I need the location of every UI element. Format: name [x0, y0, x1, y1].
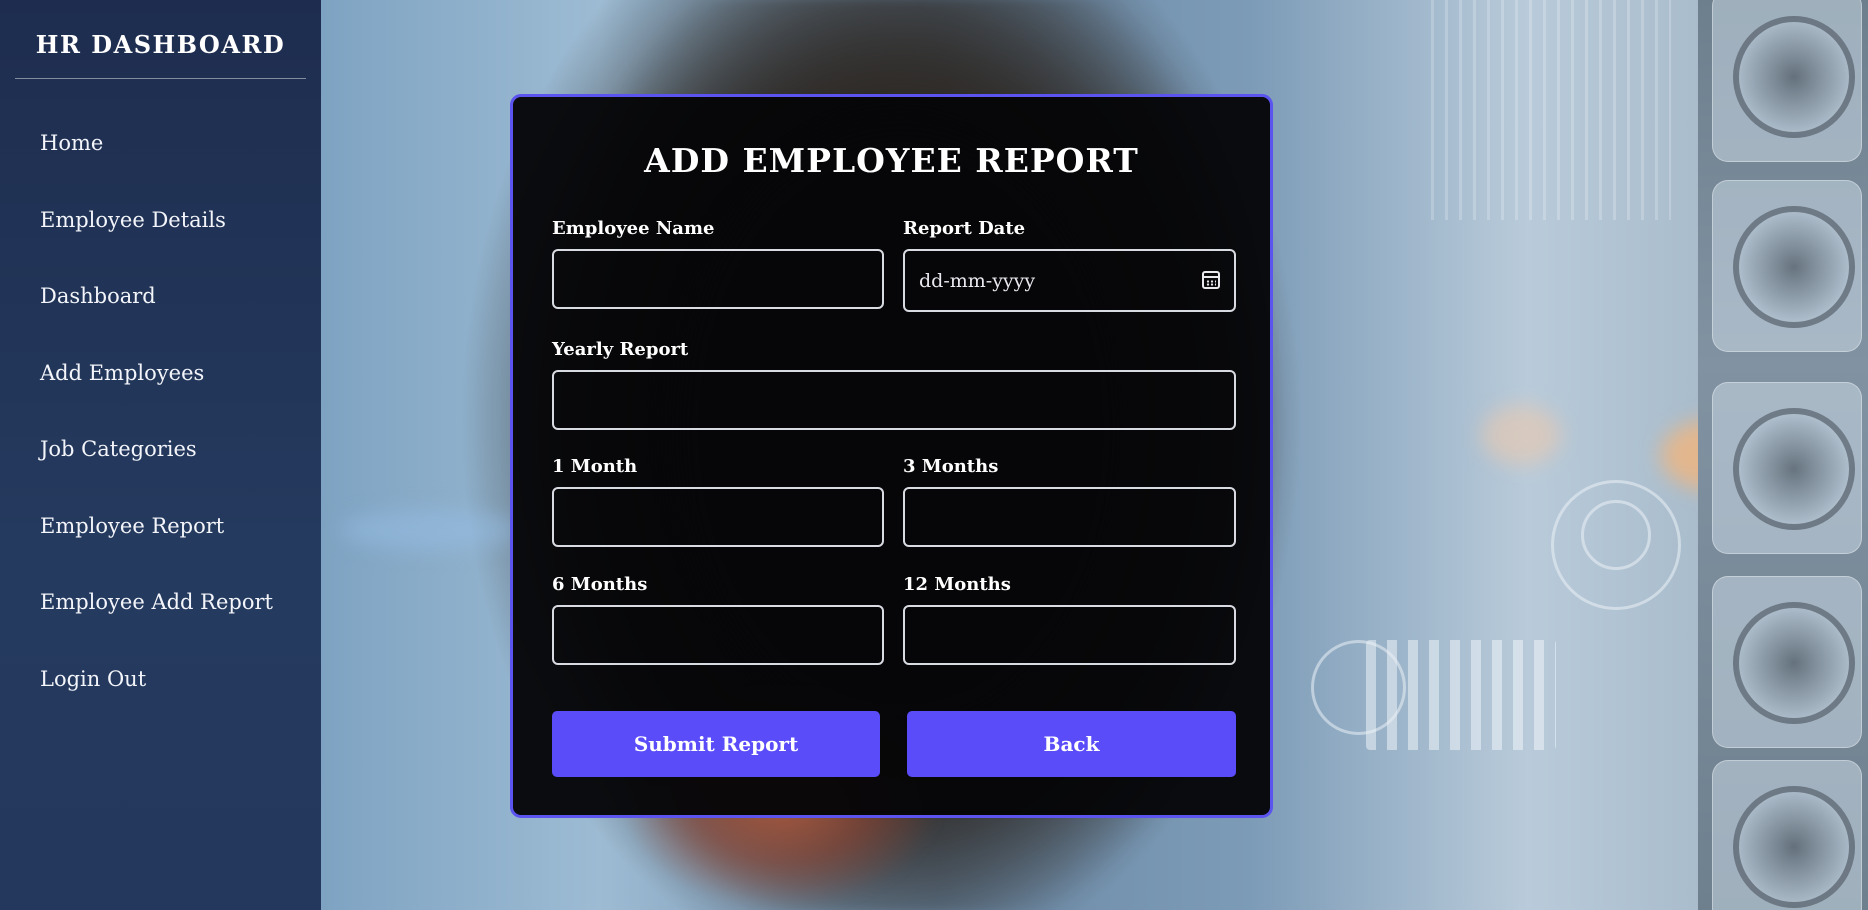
background-tile	[1712, 576, 1862, 748]
sidebar-nav: Home Employee Details Dashboard Add Empl…	[0, 79, 321, 717]
background-chart-graphic	[1431, 0, 1671, 220]
yearly-report-label: Yearly Report	[552, 339, 689, 360]
background-tile	[1712, 0, 1862, 162]
background-light-glow	[341, 510, 521, 550]
twelve-months-label: 12 Months	[903, 574, 1011, 595]
employee-name-group: Employee Name	[552, 219, 884, 309]
background-icon-column	[1698, 0, 1868, 910]
three-months-input[interactable]	[903, 487, 1236, 547]
sidebar-item-home[interactable]: Home	[0, 105, 321, 182]
sidebar-item-job-categories[interactable]: Job Categories	[0, 411, 321, 488]
sidebar: HR DASHBOARD Home Employee Details Dashb…	[0, 0, 321, 910]
back-button[interactable]: Back	[907, 711, 1236, 777]
employee-name-input[interactable]	[552, 249, 884, 309]
sidebar-item-employee-report[interactable]: Employee Report	[0, 488, 321, 565]
three-months-group: 3 Months	[903, 457, 1236, 547]
report-date-wrapper	[903, 249, 1236, 312]
add-employee-report-form: ADD EMPLOYEE REPORT Employee Name Report…	[510, 94, 1273, 818]
sidebar-brand-title: HR DASHBOARD	[15, 0, 306, 79]
background-tile	[1712, 382, 1862, 554]
sidebar-item-employee-details[interactable]: Employee Details	[0, 182, 321, 259]
background-ring-graphic	[1311, 640, 1406, 735]
twelve-months-input[interactable]	[903, 605, 1236, 665]
yearly-report-input[interactable]	[552, 370, 1236, 430]
report-date-input[interactable]	[903, 249, 1236, 312]
one-month-group: 1 Month	[552, 457, 884, 547]
sidebar-item-add-employees[interactable]: Add Employees	[0, 335, 321, 412]
background-ring-graphic	[1581, 500, 1651, 570]
background-tile	[1712, 180, 1862, 352]
report-date-group: Report Date	[903, 219, 1236, 312]
background-tile	[1712, 760, 1862, 910]
sidebar-item-employee-add-report[interactable]: Employee Add Report	[0, 564, 321, 641]
yearly-report-group: Yearly Report	[552, 340, 1236, 430]
employee-name-label: Employee Name	[552, 218, 715, 239]
calendar-icon[interactable]	[1202, 271, 1220, 289]
report-date-label: Report Date	[903, 218, 1026, 239]
sidebar-item-dashboard[interactable]: Dashboard	[0, 258, 321, 335]
three-months-label: 3 Months	[903, 456, 999, 477]
background-light-glow	[1481, 405, 1561, 465]
one-month-input[interactable]	[552, 487, 884, 547]
form-title: ADD EMPLOYEE REPORT	[644, 141, 1139, 180]
submit-report-button[interactable]: Submit Report	[552, 711, 880, 777]
six-months-group: 6 Months	[552, 575, 884, 665]
sidebar-item-login-out[interactable]: Login Out	[0, 641, 321, 718]
one-month-label: 1 Month	[552, 456, 638, 477]
twelve-months-group: 12 Months	[903, 575, 1236, 665]
six-months-input[interactable]	[552, 605, 884, 665]
six-months-label: 6 Months	[552, 574, 648, 595]
